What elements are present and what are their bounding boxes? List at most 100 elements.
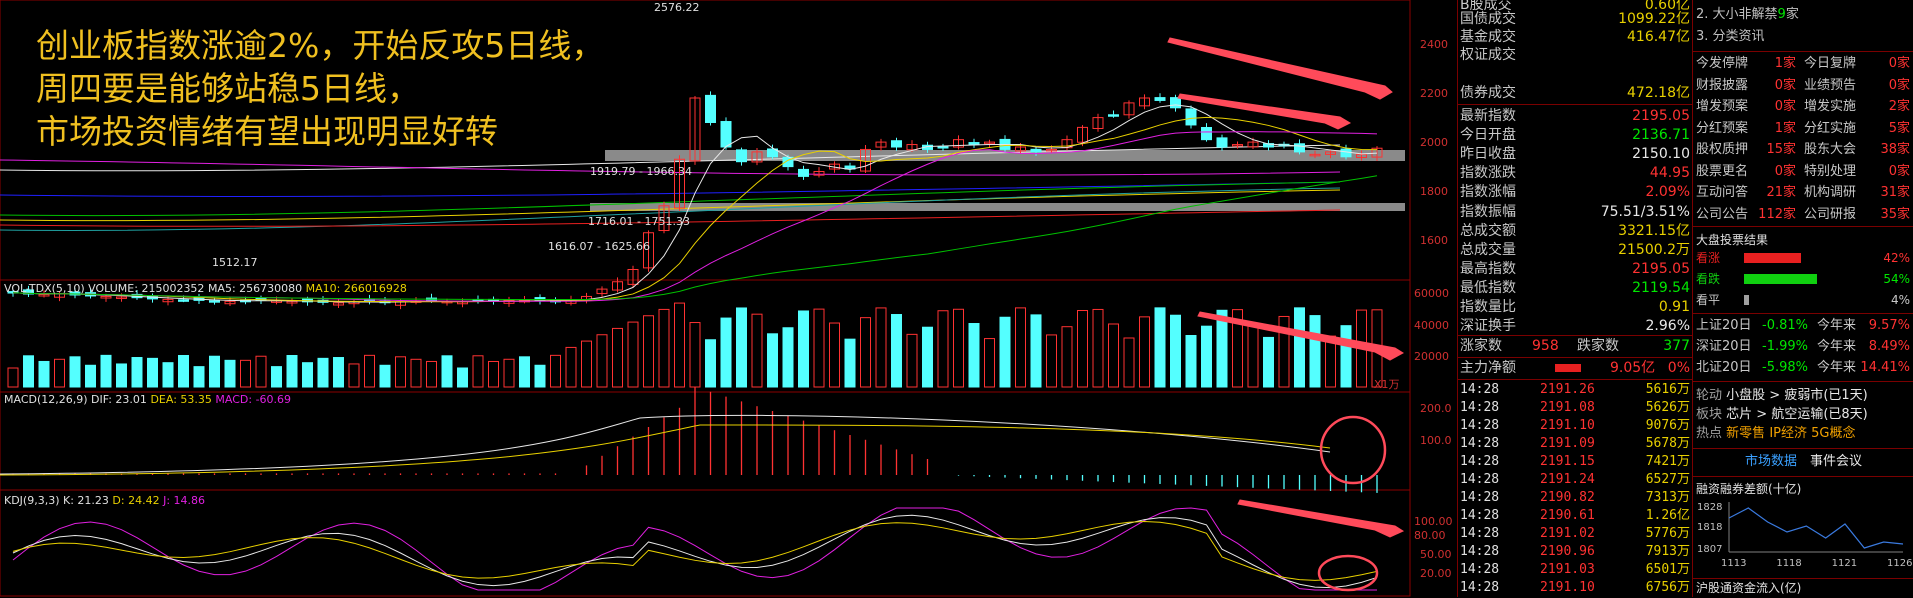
macd-value-label: MACD: -60.69 — [215, 393, 292, 406]
event-grid-row[interactable]: 股票更名 0家 特别处理 0家 — [1696, 161, 1910, 182]
volume-bar — [813, 308, 825, 388]
gap-annotation-1: 1919.79 - 1966.34 — [590, 165, 692, 178]
macd-indicator-label: MACD(12,26,9) — [4, 393, 88, 406]
kdj-line — [12, 520, 1378, 581]
volume-bar — [658, 308, 670, 388]
tick-time: 14:28 — [1460, 562, 1500, 577]
quote-separator — [1458, 104, 1692, 105]
decline-label: 跌家数 — [1577, 338, 1619, 354]
volume-bar — [720, 317, 732, 388]
event-count: 0家 — [1774, 163, 1796, 179]
stat-value: 2.96% — [1645, 318, 1690, 335]
event-grid-row[interactable]: 今发停牌 1家 今日复牌 0家 — [1696, 53, 1910, 74]
stat-value: 2195.05 — [1632, 260, 1690, 277]
vote-bar — [1744, 274, 1817, 284]
rotation-row[interactable]: 板块 芯片 > 航空运输(已8天) — [1696, 405, 1868, 425]
stat-label: 指数量比 — [1460, 299, 1516, 315]
tick-volume: 6501万 — [1645, 562, 1690, 577]
event-grid-row[interactable]: 分红预案 1家 分红实施 5家 — [1696, 118, 1910, 139]
volume-bar — [85, 364, 96, 388]
candle-body — [1185, 108, 1197, 126]
volume-bar — [147, 357, 158, 388]
quote-separator — [1458, 357, 1692, 358]
candle-body — [209, 300, 220, 303]
volume-indicator-label: VOL-TDX(5,10) VOLUME: 215002352 — [4, 282, 205, 295]
volume-bar — [162, 362, 174, 388]
event-count: 112家 — [1758, 206, 1796, 222]
vote-row: 看平 4% — [1696, 290, 1910, 310]
volume-bar — [705, 339, 716, 388]
stat-value: 2150.10 — [1632, 146, 1690, 163]
volume-bar — [1309, 315, 1321, 388]
stat-label: 昨日收盘 — [1460, 146, 1516, 163]
main-flow-pct: 0% — [1667, 360, 1690, 376]
hot-topic[interactable]: 5G概念 — [1811, 426, 1855, 441]
volume-bar — [1263, 336, 1274, 388]
main-net-flow-row: 主力净额 9.05亿 0% — [1460, 360, 1690, 376]
event-grid-row[interactable]: 互动问答 21家 机构调研 31家 — [1696, 182, 1910, 203]
hot-topic[interactable]: 新零售 — [1726, 426, 1765, 441]
rotation-row[interactable]: 轮动 小盘股 > 疲弱市(已1天) — [1696, 386, 1868, 406]
tab-market-data[interactable]: 市场数据 — [1745, 452, 1797, 472]
volume-bar — [410, 358, 422, 388]
stat-label: 最新指数 — [1460, 108, 1516, 124]
event-count: 0家 — [1888, 163, 1910, 179]
main-flow-value: 9.05亿 — [1610, 360, 1656, 376]
macd-dif-label: DIF: 23.01 — [91, 393, 147, 406]
volume-bar — [1154, 307, 1166, 388]
volume-bar — [457, 367, 468, 388]
stat-label: 总成交量 — [1460, 241, 1516, 258]
tick-price: 2191.24 — [1540, 472, 1595, 487]
volume-bar — [503, 358, 515, 388]
event-grid-row[interactable]: 财报披露 0家 业绩预告 0家 — [1696, 75, 1910, 96]
kdj-k-label: K: 21.23 — [63, 494, 109, 507]
quote-row: 基金成交 416.47亿 — [1460, 29, 1690, 45]
volume-bar — [23, 355, 34, 388]
volume-bar — [767, 333, 778, 388]
tick-time: 14:28 — [1460, 382, 1500, 397]
quote-row: 国债成交 1099.22亿 — [1460, 11, 1690, 27]
volume-bar — [1170, 314, 1181, 388]
volume-bar — [426, 360, 437, 388]
tick-row: 14:28 2191.03 6501万 — [1460, 561, 1690, 579]
event-label: 分红实施 — [1804, 120, 1857, 136]
info-news-item[interactable]: 2. 大小非解禁9家 — [1696, 5, 1799, 25]
volume-panel-title: VOL-TDX(5,10) VOLUME: 215002352 MA5: 256… — [4, 282, 407, 295]
macd-circle-highlight — [1319, 415, 1387, 485]
volume-bar — [100, 354, 112, 388]
tick-price: 2191.26 — [1540, 382, 1595, 397]
event-grid-row[interactable]: 增发预案 0家 增发实施 2家 — [1696, 96, 1910, 117]
event-label: 财报披露 — [1696, 77, 1749, 93]
index-stat-row: 最新指数 2195.05 — [1460, 107, 1690, 126]
ytd-label: 今年来 — [1817, 318, 1857, 333]
event-grid-row[interactable]: 公司公告 112家 公司研报 35家 — [1696, 204, 1910, 225]
tick-row: 14:28 2190.82 7313万 — [1460, 489, 1690, 507]
advance-decline-row: 涨家数 958 跌家数 377 — [1460, 338, 1690, 354]
hot-topic[interactable]: IP经济 — [1769, 426, 1807, 441]
stat-label: 最低指数 — [1460, 279, 1516, 296]
margin-x-tick: 1126 — [1887, 558, 1912, 568]
tick-volume: 5678万 — [1645, 436, 1690, 451]
index-20day-change: -0.81% — [1762, 318, 1808, 333]
event-label: 股票更名 — [1696, 163, 1749, 179]
event-count: 5家 — [1888, 120, 1910, 136]
event-grid-row[interactable]: 股权质押 15家 股东大会 38家 — [1696, 139, 1910, 160]
price-axis-tick: 2400 — [1420, 38, 1448, 51]
index-stat-row: 指数量比 0.91 — [1460, 298, 1690, 317]
vote-label: 看涨 — [1696, 251, 1721, 265]
tab-events[interactable]: 事件会议 — [1810, 452, 1862, 472]
volume-bar — [333, 357, 344, 388]
price-axis-tick: 2200 — [1420, 87, 1448, 100]
tick-row: 14:28 2191.10 6756万 — [1460, 579, 1690, 597]
index-stat-row: 昨日收盘 2150.10 — [1460, 145, 1690, 164]
tick-row: 14:28 2191.26 5616万 — [1460, 381, 1690, 399]
volume-bar — [1123, 337, 1135, 388]
volume-bar — [1340, 325, 1352, 388]
vote-pct: 54% — [1883, 272, 1910, 286]
tick-time: 14:28 — [1460, 526, 1500, 541]
volume-bar — [1247, 323, 1259, 388]
event-label: 业绩预告 — [1804, 77, 1857, 93]
info-news-item[interactable]: 3. 分类资讯 — [1696, 27, 1765, 47]
index-stat-row: 指数涨幅 2.09% — [1460, 183, 1690, 202]
volume-unit-label: X1万 — [1374, 378, 1400, 391]
